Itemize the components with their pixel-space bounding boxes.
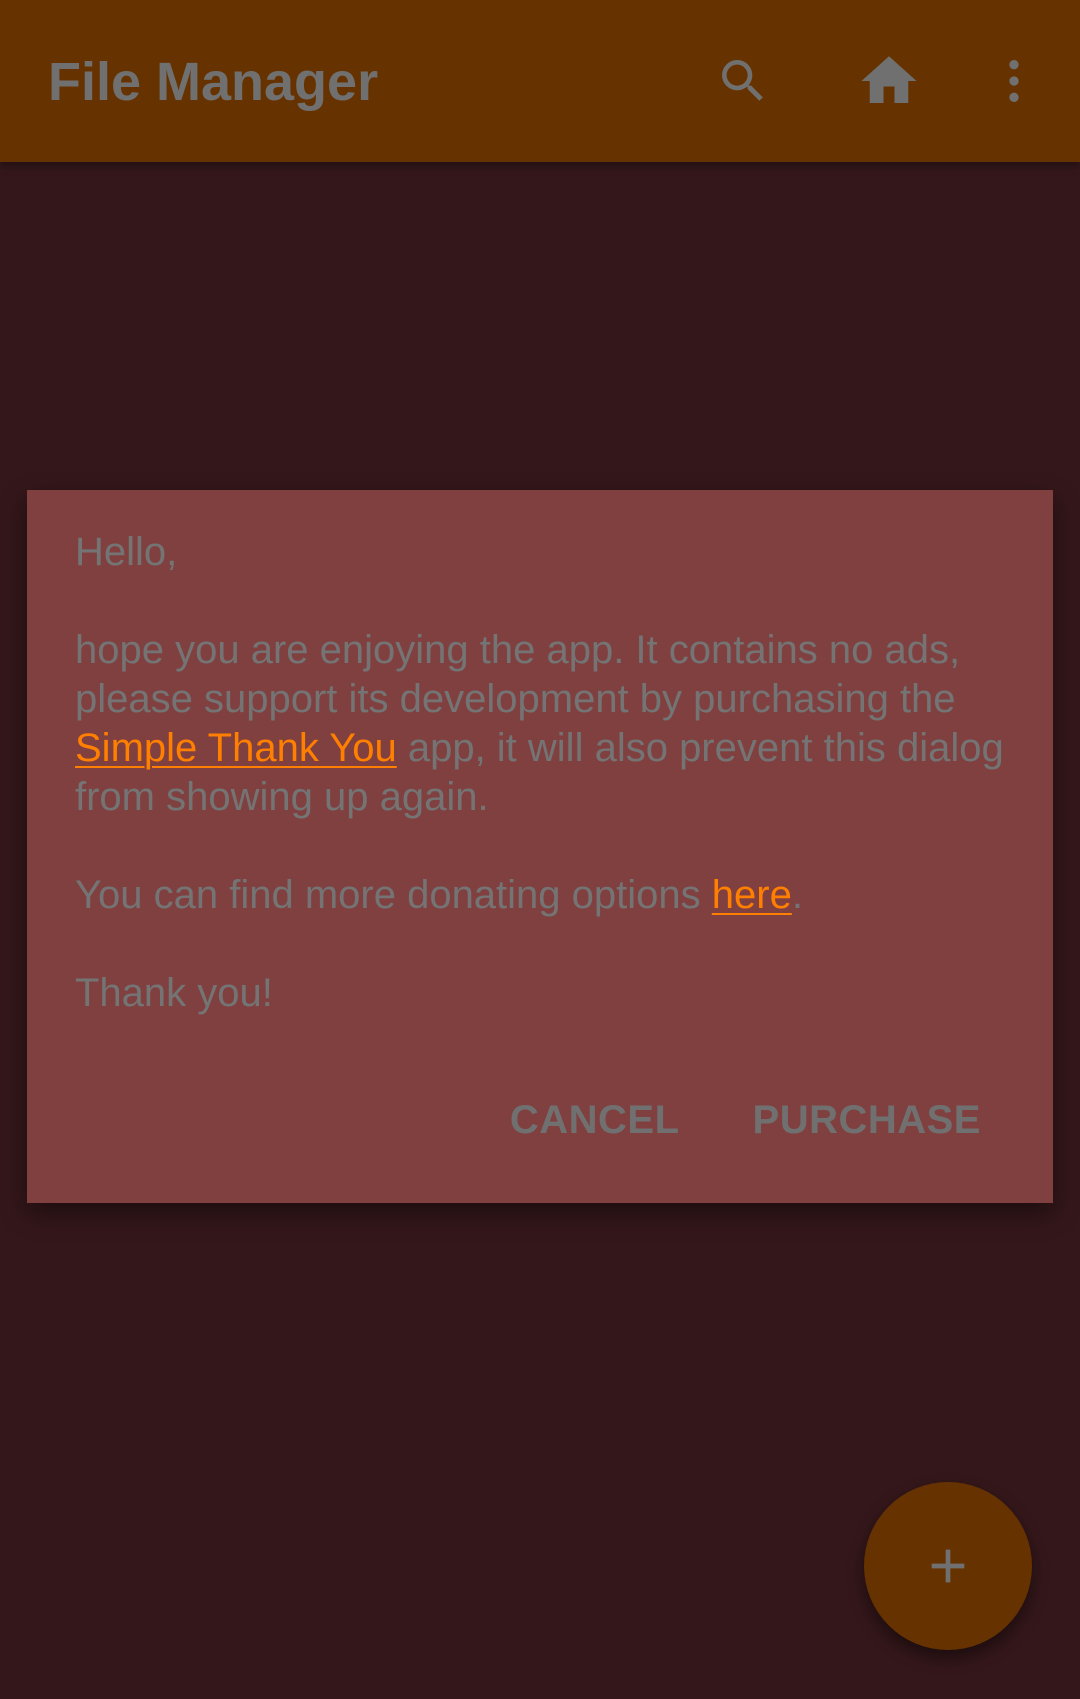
more-options-button[interactable] — [974, 41, 1054, 121]
dialog-closing: Thank you! — [75, 971, 273, 1015]
search-icon — [715, 53, 771, 109]
donation-dialog: Hello, hope you are enjoying the app. It… — [27, 490, 1053, 1203]
dialog-greeting: Hello, — [75, 530, 178, 574]
cancel-button[interactable]: CANCEL — [486, 1088, 704, 1152]
donate-here-link[interactable]: here — [712, 873, 792, 917]
dialog-actions: CANCEL PURCHASE — [486, 1088, 1005, 1152]
home-icon — [856, 48, 922, 114]
dialog-donate-text-after: . — [791, 873, 803, 917]
plus-icon — [920, 1538, 976, 1594]
more-vert-icon — [986, 53, 1042, 109]
search-button[interactable] — [703, 41, 783, 121]
add-button[interactable] — [864, 1482, 1032, 1650]
dialog-paragraph-donate: You can find more donating options here. — [75, 871, 1025, 920]
app-bar: File Manager — [0, 0, 1080, 162]
dialog-support-text-before: hope you are enjoying the app. It contai… — [75, 628, 961, 721]
dialog-paragraph-support: hope you are enjoying the app. It contai… — [75, 626, 1025, 822]
dialog-message: Hello, hope you are enjoying the app. It… — [75, 528, 1025, 1018]
simple-thank-you-link[interactable]: Simple Thank You — [75, 726, 397, 770]
purchase-button[interactable]: PURCHASE — [729, 1088, 1005, 1152]
dialog-donate-text-before: You can find more donating options — [75, 873, 712, 917]
home-button[interactable] — [849, 41, 929, 121]
app-title: File Manager — [48, 52, 379, 112]
